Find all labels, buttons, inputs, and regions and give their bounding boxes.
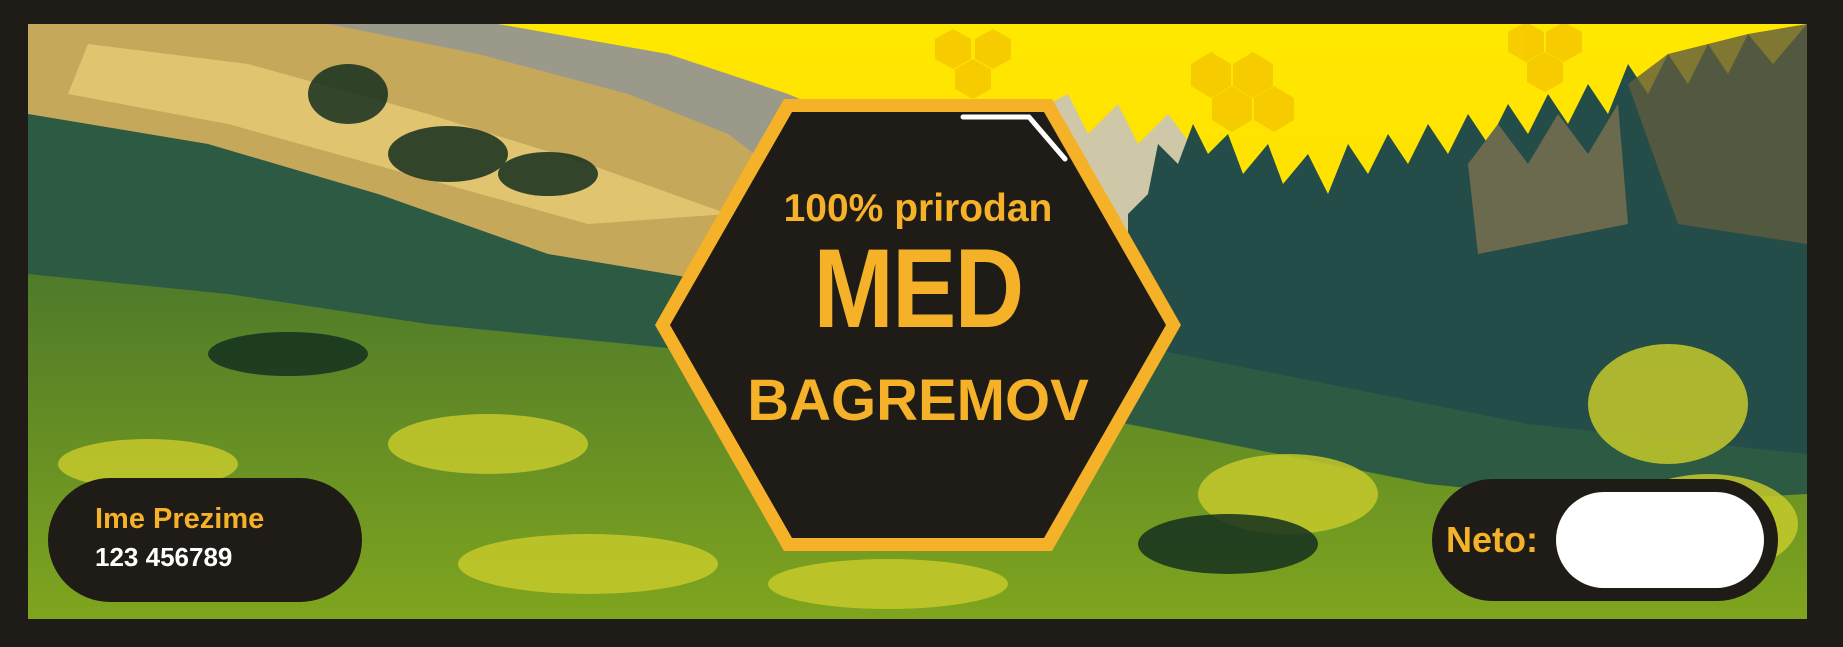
product-name: MED — [813, 226, 1025, 351]
producer-name: Ime Prezime — [95, 503, 265, 535]
producer-info-badge: Ime Prezime 123 456789 — [48, 478, 362, 602]
net-weight-badge: Neto: — [1432, 479, 1778, 601]
net-weight-label: Neto: — [1446, 519, 1538, 560]
honey-jar-label: 100% prirodan MED BAGREMOV Ime Prezime 1… — [0, 0, 1843, 647]
tagline: 100% prirodan — [783, 187, 1053, 230]
product-hexagon-badge: 100% prirodan MED BAGREMOV — [651, 95, 1185, 555]
producer-phone: 123 456789 — [95, 542, 233, 572]
honey-variety: BAGREMOV — [747, 368, 1089, 433]
net-weight-field[interactable] — [1556, 492, 1764, 588]
